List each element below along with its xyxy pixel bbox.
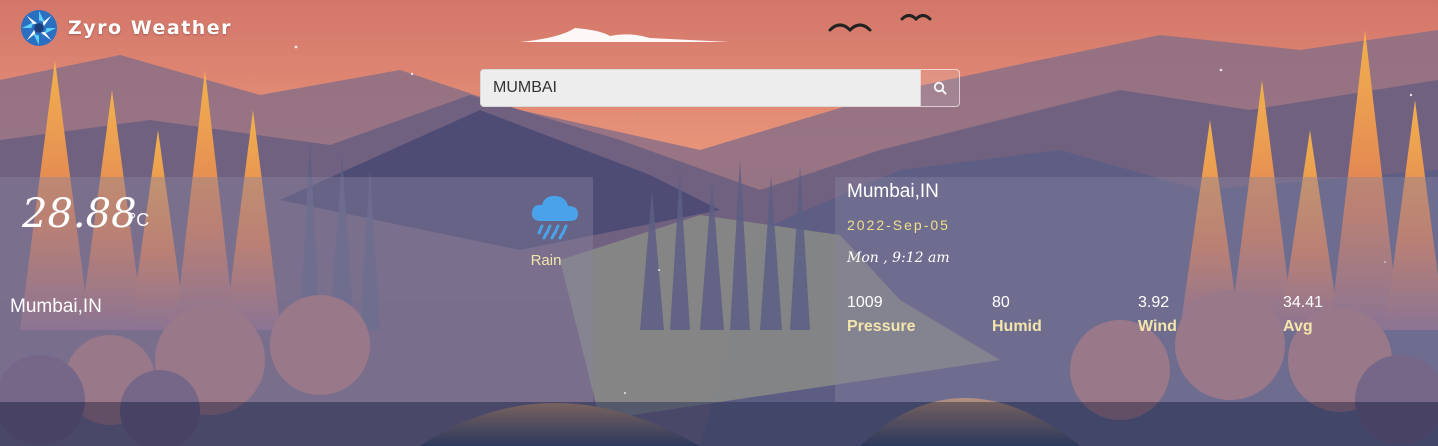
stat-label: Wind — [1138, 318, 1177, 335]
app-title: Zyro Weather — [68, 17, 233, 39]
app-logo[interactable]: Zyro Weather — [20, 9, 232, 47]
logo-icon — [20, 9, 58, 47]
weather-details-card: Mumbai,IN 2022-Sep-05 Mon , 9:12 am 1009… — [835, 177, 1438, 402]
stat-label: Pressure — [847, 318, 916, 335]
stat-label: Avg — [1283, 318, 1313, 335]
stat-value: 3.92 — [1138, 294, 1170, 311]
cloud-rain-icon — [531, 195, 578, 240]
details-day-time: Mon , 9:12 am — [847, 250, 950, 266]
temperature-value: 28.88 — [22, 191, 137, 237]
city-search-input[interactable] — [480, 69, 920, 107]
stat-average: 34.41 Avg — [1283, 294, 1413, 336]
details-date: 2022-Sep-05 — [847, 217, 950, 233]
stat-wind: 3.92 Wind — [1138, 294, 1268, 336]
stat-value: 34.41 — [1283, 294, 1324, 311]
stat-value: 80 — [992, 294, 1010, 311]
search-button[interactable] — [920, 69, 960, 107]
stat-label: Humid — [992, 318, 1042, 335]
condition-label: Rain — [530, 252, 562, 269]
stat-humidity: 80 Humid — [992, 294, 1122, 336]
details-location: Mumbai,IN — [847, 181, 939, 202]
search-icon — [933, 81, 947, 95]
current-location: Mumbai,IN — [10, 296, 102, 317]
current-weather-card: 28.88 °C Rain Mumbai,IN — [0, 177, 593, 402]
stat-value: 1009 — [847, 294, 883, 311]
search-bar — [480, 69, 960, 107]
temperature-unit: °C — [129, 210, 150, 230]
stat-pressure: 1009 Pressure — [847, 294, 977, 336]
